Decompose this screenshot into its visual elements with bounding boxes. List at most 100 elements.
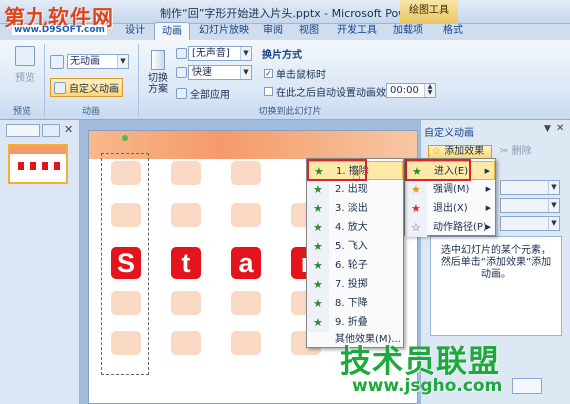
advance-slide-header: 换片方式 <box>262 50 302 61</box>
grid-cell[interactable] <box>231 161 261 185</box>
menu-item-toss[interactable]: ★ 7. 投掷 <box>307 275 403 294</box>
chevron-down-icon: ▼ <box>117 55 128 68</box>
menu-item-fade[interactable]: ★ 3. 淡出 <box>307 199 403 218</box>
chevron-down-icon[interactable]: ▼ <box>544 124 551 134</box>
auto-advance-time-value: 00:00 <box>390 85 419 96</box>
transition-speed-select[interactable]: 快速 ▼ <box>188 65 252 80</box>
remove-label: 删除 <box>511 146 532 157</box>
transition-speed-value: 快速 <box>192 67 212 78</box>
motion-path-star-icon: ☆ <box>411 221 421 234</box>
custom-animation-button[interactable]: 自定义动画 <box>50 78 123 97</box>
slides-tab[interactable] <box>6 124 40 137</box>
animation-combo[interactable]: 无动画 ▼ <box>50 54 129 69</box>
chevron-down-icon: ▼ <box>548 199 559 212</box>
grid-cell[interactable] <box>171 291 201 315</box>
chevron-down-icon: ▼ <box>548 181 559 194</box>
ribbon: 预览 预览 无动画 ▼ 自定义动画 动画 切换 方案 [无声音] ▼ 快速 ▼ 全… <box>0 40 570 120</box>
auto-advance-time-input[interactable]: 00:00 ▲ ▼ <box>386 83 436 98</box>
menu-item-descend[interactable]: ★ 8. 下降 <box>307 294 403 313</box>
menu-item-motion-path[interactable]: ☆ 动作路径(P) ▶ <box>405 218 495 237</box>
on-click-checkbox[interactable]: ✓ 单击鼠标时 <box>264 66 326 81</box>
menu-item-emphasis[interactable]: ★ 强调(M) ▶ <box>405 180 495 199</box>
group-separator <box>44 44 45 116</box>
slide-thumbnail[interactable] <box>8 144 68 184</box>
menu-item-wheel-label: 6. 轮子 <box>335 260 368 271</box>
star-icon: ☆ <box>432 146 441 157</box>
add-effect-label: 添加效果 <box>444 146 485 157</box>
chevron-down-icon: ▼ <box>240 47 251 60</box>
grid-cell[interactable] <box>171 161 201 185</box>
tab-format[interactable]: 格式 <box>438 22 468 40</box>
tab-addins[interactable]: 加载项 <box>390 22 426 40</box>
menu-item-fly-in-label: 5. 飞入 <box>335 241 368 252</box>
checkmark-icon: ✓ <box>264 69 273 78</box>
letter-tile[interactable]: a <box>231 247 261 279</box>
ribbon-tabs: 设计 动画 幻灯片放映 审阅 视图 开发工具 加载项 格式 <box>0 22 570 40</box>
outline-tab[interactable] <box>42 124 60 137</box>
grid-cell[interactable] <box>231 203 261 227</box>
tab-design[interactable]: 设计 <box>120 22 150 40</box>
transition-scheme-icon <box>151 50 165 70</box>
auto-advance-label: 在此之后自动设置动画效果: <box>276 88 400 99</box>
chevron-down-icon: ▼ <box>240 66 251 79</box>
add-effect-button[interactable]: ☆ 添加效果 ▼ <box>428 145 492 168</box>
group-label-preview: 预览 <box>12 107 31 117</box>
preview-button[interactable]: 预览 <box>10 46 40 84</box>
play-button[interactable] <box>512 378 542 394</box>
menu-item-wheel[interactable]: ★ 6. 轮子 <box>307 256 403 275</box>
chevron-right-icon: ▶ <box>484 167 490 175</box>
tab-review[interactable]: 审阅 <box>258 22 288 40</box>
menu-item-descend-label: 8. 下降 <box>335 298 368 309</box>
menu-item-motion-path-label: 动作路径(P) <box>433 222 487 233</box>
remove-effect-button[interactable]: ✂ 删除 <box>500 145 544 159</box>
apply-all-button[interactable]: 全部应用 <box>176 86 230 101</box>
entrance-star-icon: ★ <box>313 259 323 272</box>
entrance-star-icon: ★ <box>313 297 323 310</box>
letter-tile[interactable]: t <box>171 247 201 279</box>
entrance-star-icon: ★ <box>313 202 323 215</box>
selection-frame[interactable] <box>101 153 149 375</box>
apply-all-label: 全部应用 <box>190 90 230 101</box>
unchecked-box-icon <box>264 87 273 96</box>
entrance-star-icon: ★ <box>313 278 323 291</box>
remove-icon: ✂ <box>500 146 509 157</box>
preview-icon <box>15 46 35 66</box>
transition-scheme-button[interactable]: 切换 方案 <box>146 50 170 95</box>
grid-cell[interactable] <box>171 203 201 227</box>
transition-sound-value: [无声音] <box>192 48 230 59</box>
menu-item-toss-label: 7. 投掷 <box>335 279 368 290</box>
menu-item-fly-in[interactable]: ★ 5. 飞入 <box>307 237 403 256</box>
chevron-right-icon: ▶ <box>485 204 491 212</box>
group-label-transition: 切换到此幻灯片 <box>258 107 322 117</box>
chevron-right-icon: ▶ <box>485 223 491 231</box>
entrance-star-icon: ★ <box>313 183 323 196</box>
grid-cell[interactable] <box>231 331 261 355</box>
drawing-tools-context-tab[interactable]: 绘图工具 <box>400 0 458 24</box>
tab-developer[interactable]: 开发工具 <box>334 22 380 40</box>
auto-advance-checkbox[interactable]: 在此之后自动设置动画效果: <box>264 84 399 99</box>
tab-slideshow[interactable]: 幻灯片放映 <box>196 22 252 40</box>
exit-star-icon: ★ <box>411 202 421 215</box>
menu-item-exit[interactable]: ★ 退出(X) ▶ <box>405 199 495 218</box>
chevron-down-icon: ▼ <box>548 217 559 230</box>
tab-animations[interactable]: 动画 <box>154 22 190 40</box>
close-icon[interactable]: ✕ <box>556 123 564 134</box>
speed-icon <box>176 67 187 78</box>
menu-item-exit-label: 退出(X) <box>433 203 468 214</box>
menu-item-zoom[interactable]: ★ 4. 放大 <box>307 218 403 237</box>
transition-sound-select[interactable]: [无声音] ▼ <box>188 46 252 61</box>
effect-speed-select[interactable]: ▼ <box>500 216 560 231</box>
spinner-icon: ▲ ▼ <box>424 84 435 97</box>
effect-property-select[interactable]: ▼ <box>500 198 560 213</box>
watermark-logo: 技术员联盟 <box>340 344 500 380</box>
grid-cell[interactable] <box>231 291 261 315</box>
close-icon[interactable]: ✕ <box>64 123 73 136</box>
tab-view[interactable]: 视图 <box>294 22 324 40</box>
custom-animation-label: 自定义动画 <box>69 84 119 95</box>
rotate-handle[interactable] <box>122 135 128 141</box>
animation-select[interactable]: 无动画 ▼ <box>67 54 129 69</box>
apply-all-icon <box>176 88 187 99</box>
grid-cell[interactable] <box>171 331 201 355</box>
task-pane-description: 选中幻灯片的某个元素，然后单击“添加效果”添加动画。 <box>440 245 552 280</box>
effect-start-select[interactable]: ▼ <box>500 180 560 195</box>
